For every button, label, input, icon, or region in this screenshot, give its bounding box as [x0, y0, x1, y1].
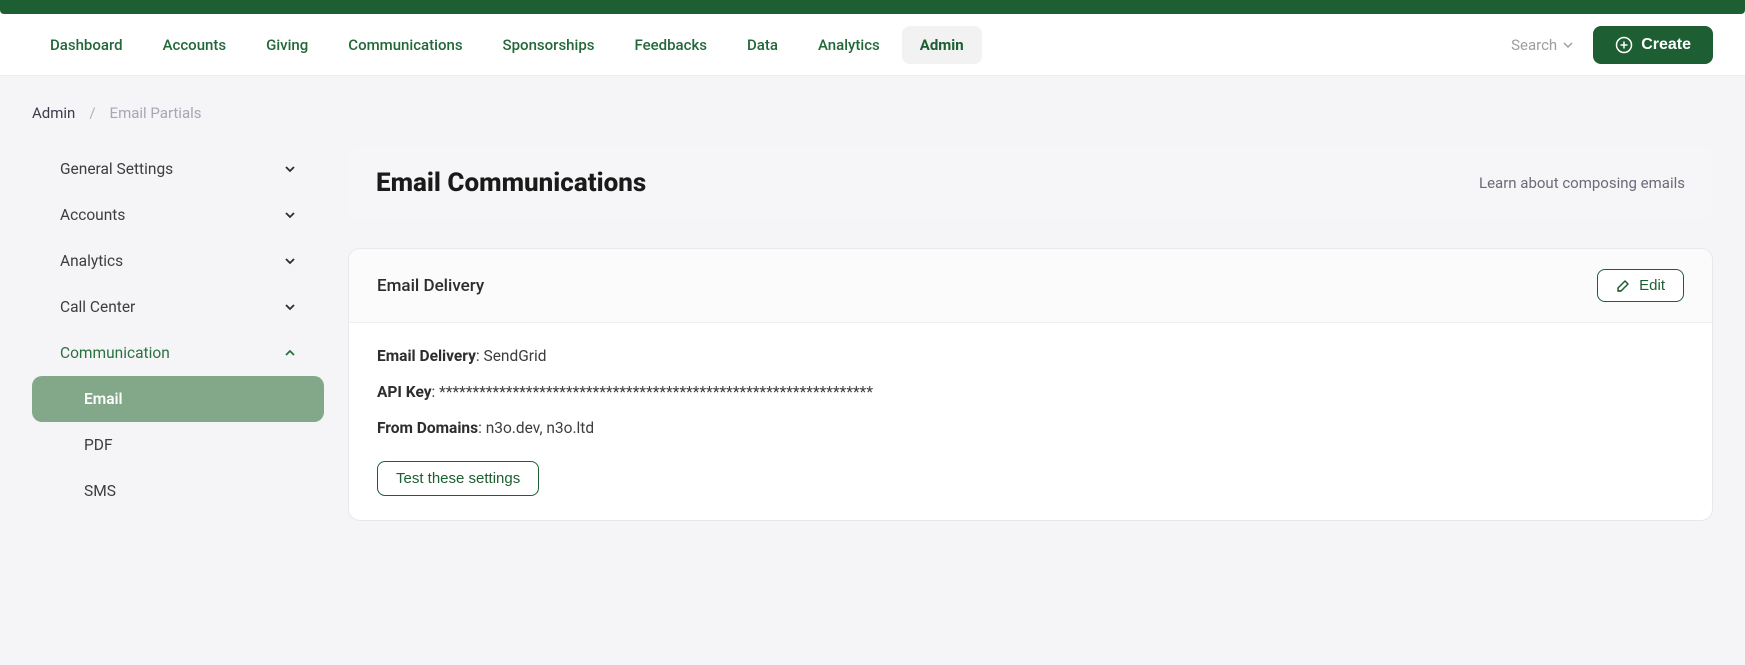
chevron-down-icon [284, 209, 296, 221]
settings-sidebar: General Settings Accounts Analytics Call… [32, 146, 324, 521]
email-delivery-card: Email Delivery Edit Email Delivery: Send… [348, 248, 1713, 521]
row-value: SendGrid [484, 347, 547, 365]
main-content: Email Communications Learn about composi… [348, 146, 1713, 521]
chevron-down-icon [284, 163, 296, 175]
nav-communications[interactable]: Communications [330, 26, 480, 64]
card-title: Email Delivery [377, 276, 484, 296]
sidebar-item-label: Call Center [60, 298, 135, 316]
breadcrumb-separator: / [89, 104, 95, 122]
layout: General Settings Accounts Analytics Call… [32, 146, 1713, 521]
nav-dashboard[interactable]: Dashboard [32, 26, 141, 64]
breadcrumb-current: Email Partials [110, 104, 202, 122]
sidebar-item-label: Analytics [60, 252, 123, 270]
sidebar-item-call-center[interactable]: Call Center [32, 284, 324, 330]
breadcrumb-admin[interactable]: Admin [32, 104, 75, 122]
nav-data[interactable]: Data [729, 26, 796, 64]
header-right: Search Create [1511, 26, 1713, 64]
main-header: Dashboard Accounts Giving Communications… [0, 14, 1745, 76]
nav-admin[interactable]: Admin [902, 26, 982, 64]
page-title: Email Communications [376, 168, 646, 198]
create-button[interactable]: Create [1593, 26, 1713, 64]
sidebar-sub-pdf[interactable]: PDF [32, 422, 324, 468]
primary-nav: Dashboard Accounts Giving Communications… [32, 26, 982, 64]
row-value: ****************************************… [439, 383, 873, 401]
plus-circle-icon [1615, 36, 1633, 54]
test-settings-button[interactable]: Test these settings [377, 461, 539, 496]
row-from-domains: From Domains: n3o.dev, n3o.ltd [377, 419, 1684, 437]
search-label: Search [1511, 36, 1557, 54]
card-header: Email Delivery Edit [349, 249, 1712, 323]
pencil-icon [1616, 278, 1631, 293]
row-value: n3o.dev, n3o.ltd [486, 419, 594, 437]
chevron-down-icon [284, 301, 296, 313]
sidebar-item-general-settings[interactable]: General Settings [32, 146, 324, 192]
sidebar-sub-sms[interactable]: SMS [32, 468, 324, 514]
sidebar-sub-email[interactable]: Email [32, 376, 324, 422]
chevron-up-icon [284, 347, 296, 359]
page-header: Email Communications Learn about composi… [348, 146, 1713, 220]
nav-feedbacks[interactable]: Feedbacks [616, 26, 725, 64]
row-label: API Key [377, 383, 432, 401]
sidebar-item-accounts[interactable]: Accounts [32, 192, 324, 238]
sidebar-item-label: General Settings [60, 160, 173, 178]
nav-giving[interactable]: Giving [248, 26, 326, 64]
top-accent-bar [0, 0, 1745, 14]
row-label: From Domains [377, 419, 478, 437]
chevron-down-icon [284, 255, 296, 267]
row-email-delivery: Email Delivery: SendGrid [377, 347, 1684, 365]
create-label: Create [1641, 36, 1691, 54]
search-dropdown[interactable]: Search [1511, 36, 1573, 54]
caret-down-icon [1563, 42, 1573, 48]
sidebar-item-communication[interactable]: Communication [32, 330, 324, 376]
card-body: Email Delivery: SendGrid API Key: ******… [349, 323, 1712, 520]
nav-accounts[interactable]: Accounts [145, 26, 245, 64]
row-label: Email Delivery [377, 347, 476, 365]
help-link[interactable]: Learn about composing emails [1479, 174, 1685, 192]
nav-sponsorships[interactable]: Sponsorships [485, 26, 613, 64]
row-api-key: API Key: *******************************… [377, 383, 1684, 401]
edit-label: Edit [1639, 277, 1665, 294]
edit-button[interactable]: Edit [1597, 269, 1684, 302]
sidebar-item-label: Communication [60, 344, 170, 362]
content-wrap: Admin / Email Partials General Settings … [0, 76, 1745, 549]
nav-analytics[interactable]: Analytics [800, 26, 898, 64]
sidebar-item-analytics[interactable]: Analytics [32, 238, 324, 284]
breadcrumb: Admin / Email Partials [32, 104, 1713, 122]
sidebar-item-label: Accounts [60, 206, 125, 224]
